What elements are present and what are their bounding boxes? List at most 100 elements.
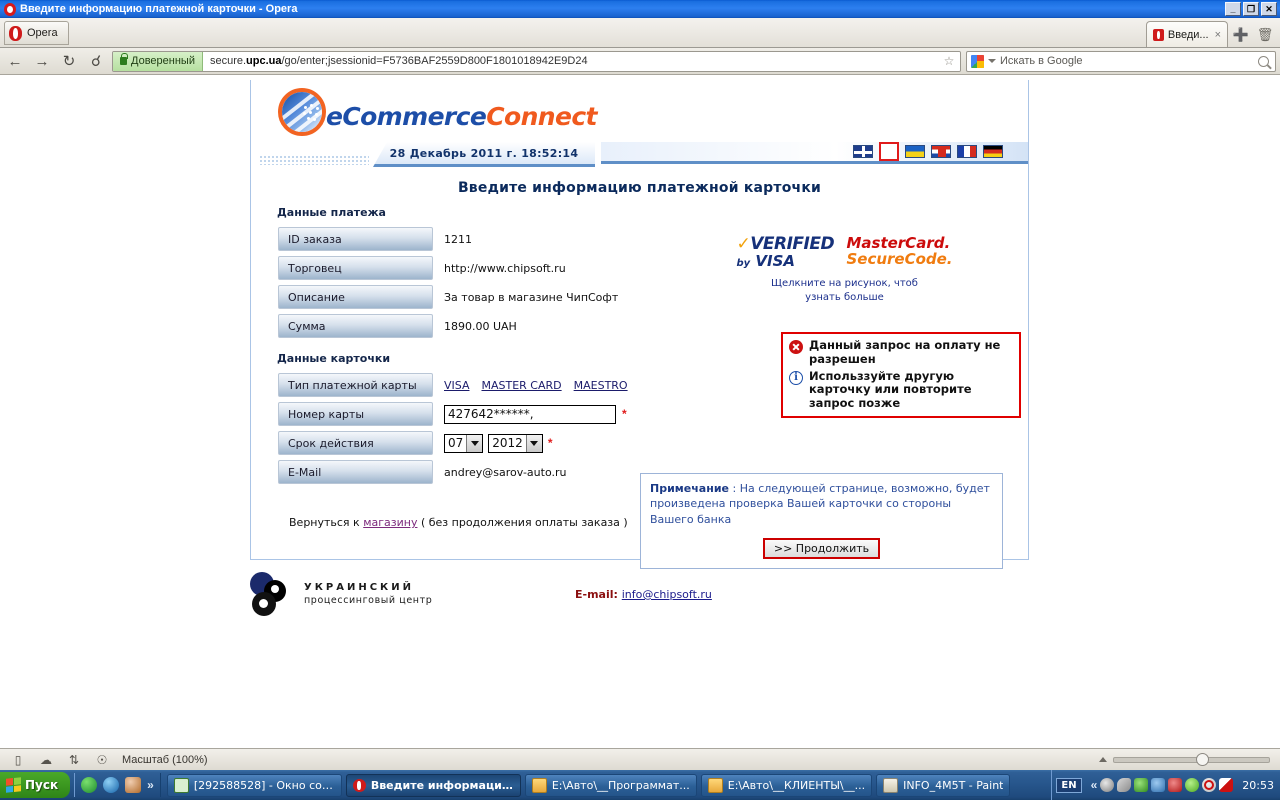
page-viewport: eCommerceConnect 28 Декабрь 2011 г. 18:5…	[0, 75, 1280, 748]
user-icon[interactable]	[1151, 778, 1166, 792]
volume-icon[interactable]	[1100, 778, 1115, 792]
note-button-wrap: >> Продолжить	[650, 538, 993, 560]
expiry-month-select[interactable]: 07	[444, 433, 484, 453]
expiry-year-select[interactable]: 2012	[488, 433, 543, 453]
expiry-month-value: 07	[448, 436, 464, 450]
search-input[interactable]: Искать в Google	[1000, 55, 1254, 67]
windows-taskbar: Пуск » [292588528] - Окно соо... Введите…	[0, 770, 1280, 800]
flag-ua-icon[interactable]	[905, 145, 925, 158]
mastercard-securecode-badge[interactable]: MasterCard. SecureCode.	[846, 235, 953, 268]
zoom-slider[interactable]	[1099, 752, 1270, 766]
quicklaunch-mail-icon[interactable]	[125, 777, 142, 793]
table-row: Торговец http://www.chipsoft.ru	[277, 255, 619, 281]
footer-email-link[interactable]: info@chipsoft.ru	[622, 588, 712, 601]
field-label-amount: Сумма	[278, 314, 433, 338]
language-switcher	[601, 142, 1028, 164]
tab-close-icon[interactable]: ×	[1215, 29, 1221, 41]
site-logo-text[interactable]: eCommerceConnect	[326, 102, 598, 131]
flag-hr-icon[interactable]	[931, 145, 951, 158]
shield-icon[interactable]: ☉	[94, 753, 110, 767]
opera-menu-label: Opera	[27, 27, 58, 39]
field-label-description: Описание	[278, 285, 433, 309]
url-prefix: secure.	[209, 55, 247, 67]
field-value-merchant: http://www.chipsoft.ru	[444, 261, 566, 275]
return-suffix: ( без продолжения оплаты заказа )	[417, 516, 628, 529]
security-center-icon[interactable]	[1168, 778, 1183, 792]
back-icon[interactable]: ←	[4, 51, 26, 71]
upc-logo-icon	[250, 572, 294, 616]
bookmark-star-icon[interactable]: ☆	[938, 51, 960, 71]
quicklaunch-opera-icon[interactable]	[81, 777, 98, 793]
key-icon[interactable]: ☌	[85, 51, 107, 71]
panel-icon[interactable]: ▯	[10, 753, 26, 767]
card-number-input[interactable]: 427642******,	[444, 404, 616, 424]
taskbar-item-message[interactable]: [292588528] - Окно соо...	[166, 773, 342, 797]
quicklaunch-browser-icon[interactable]	[103, 777, 120, 793]
card-type-maestro-link[interactable]: MAESTRO	[574, 379, 628, 392]
chevron-down-icon[interactable]	[466, 434, 483, 452]
zoom-up-icon[interactable]	[1099, 757, 1107, 762]
note-box: Примечание : На следующей странице, возм…	[640, 473, 1003, 570]
flag-ru-icon[interactable]	[879, 142, 899, 161]
flag-de-icon[interactable]	[983, 145, 1003, 158]
card-type-mastercard-link[interactable]: MASTER CARD	[481, 379, 561, 392]
return-prefix: Вернуться к	[289, 516, 364, 529]
table-row: Тип платежной карты VISA MASTER CARD MAE…	[277, 372, 629, 398]
decorative-dots	[259, 155, 369, 165]
page-title: Введите информацию платежной карточки	[457, 180, 822, 196]
taskbar-item-paint[interactable]: INFO_4M5T - Paint	[876, 773, 1011, 797]
tray-overflow-icon[interactable]: «	[1091, 778, 1098, 792]
url-text[interactable]: secure. upc.ua/go/enter;jsessionid=F5736B…	[203, 52, 938, 71]
forward-icon[interactable]: →	[31, 51, 53, 71]
blocker-icon[interactable]	[1202, 778, 1217, 792]
zoom-knob[interactable]	[1196, 752, 1209, 766]
trash-icon[interactable]: 🗑	[1254, 23, 1276, 46]
verified-by-visa-badge[interactable]: ✓VERIFIED by VISA	[736, 236, 834, 269]
card-number-row: 427642******, *	[435, 404, 628, 424]
new-tab-icon[interactable]: ➕	[1230, 23, 1252, 46]
close-button[interactable]: ✕	[1261, 2, 1277, 16]
quicklaunch-overflow-icon[interactable]: »	[147, 778, 154, 792]
opera-menu-button[interactable]: Opera	[4, 21, 69, 45]
transfer-icon[interactable]: ⇅	[66, 753, 82, 767]
taskbar-item-label: E:\Авто\__Программат...	[551, 778, 690, 792]
quick-launch-bar: »	[74, 773, 161, 797]
restore-button[interactable]: ❐	[1243, 2, 1259, 16]
continue-button[interactable]: >> Продолжить	[762, 538, 881, 560]
clock[interactable]: 20:53	[1242, 779, 1274, 792]
logo-part2: Connect	[486, 102, 597, 131]
flag-uk-icon[interactable]	[853, 145, 873, 158]
field-value-email: andrey@sarov-auto.ru	[444, 465, 567, 479]
field-value-description: За товар в магазине ЧипСофт	[444, 290, 619, 304]
reload-icon[interactable]: ↻	[58, 51, 80, 71]
language-indicator[interactable]: EN	[1056, 777, 1082, 793]
site-header: eCommerceConnect	[251, 80, 1028, 142]
network-icon[interactable]	[1134, 778, 1149, 792]
chevron-down-icon[interactable]	[525, 434, 542, 452]
taskbar-item-opera[interactable]: Введите информаци...	[345, 773, 521, 797]
field-label-card-type: Тип платежной карты	[278, 373, 433, 397]
url-field[interactable]: Доверенный secure. upc.ua/go/enter;jsessi…	[112, 50, 961, 72]
chevron-down-icon[interactable]	[988, 59, 996, 63]
zoom-track[interactable]	[1113, 752, 1270, 766]
required-marker: *	[622, 407, 627, 421]
info-icon: i	[789, 370, 803, 385]
card-type-visa-link[interactable]: VISA	[444, 379, 469, 392]
browser-tab[interactable]: Введи... ×	[1145, 21, 1228, 47]
search-box[interactable]: Искать в Google	[966, 50, 1276, 72]
minimize-button[interactable]: _	[1225, 2, 1241, 16]
flag-fr-icon[interactable]	[957, 145, 977, 158]
search-icon[interactable]	[1258, 55, 1269, 67]
taskbar-item-folder-1[interactable]: E:\Авто\__Программат...	[524, 773, 697, 797]
shop-link[interactable]: магазину	[363, 516, 417, 529]
tab-label: Введи...	[1167, 28, 1209, 41]
taskbar-item-folder-2[interactable]: E:\Авто\__КЛИЕНТЫ\__...	[700, 773, 873, 797]
mc-line2: SecureCode.	[846, 249, 953, 268]
antivirus-icon[interactable]	[1185, 778, 1200, 792]
cloud-icon[interactable]: ☁	[38, 753, 54, 767]
datetime-label: 28 Декабрь 2011 г. 18:52:14	[389, 146, 579, 160]
start-button[interactable]: Пуск	[0, 772, 71, 798]
kaspersky-icon[interactable]	[1219, 778, 1234, 792]
usb-icon[interactable]	[1117, 778, 1132, 792]
site-subheader: 28 Декабрь 2011 г. 18:52:14	[251, 142, 1028, 168]
